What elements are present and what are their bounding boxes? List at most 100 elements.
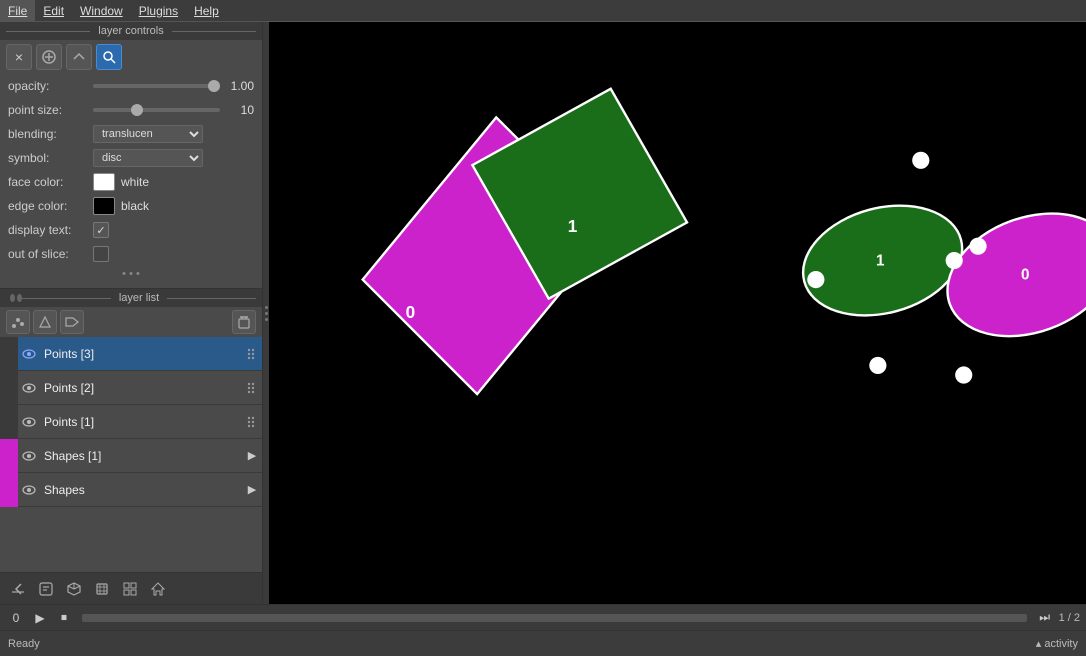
layer-eye-toggle[interactable] bbox=[18, 337, 40, 371]
display-text-label: display text: bbox=[8, 223, 93, 237]
svg-text:1: 1 bbox=[876, 252, 885, 269]
menu-file[interactable]: File bbox=[0, 0, 35, 22]
layer-item[interactable]: Shapes [1] ▶ bbox=[0, 439, 262, 473]
add-layer-button[interactable] bbox=[36, 44, 62, 70]
shapes-tool-button[interactable] bbox=[33, 310, 57, 334]
blending-row: blending: translucen additive opaque bbox=[0, 122, 262, 146]
activity-button[interactable]: ▴ activity bbox=[1036, 637, 1078, 650]
point-marker bbox=[969, 238, 986, 255]
layer-list-toolbar bbox=[0, 307, 262, 337]
menu-edit[interactable]: Edit bbox=[35, 0, 72, 22]
point-marker bbox=[869, 357, 886, 374]
point-marker bbox=[946, 252, 963, 269]
face-color-row: face color: white bbox=[0, 170, 262, 194]
menu-window[interactable]: Window bbox=[72, 0, 131, 22]
canvas-area: 0 1 1 0 bbox=[269, 22, 1086, 604]
face-color-name: white bbox=[121, 175, 149, 189]
layer-name: Points [2] bbox=[40, 381, 240, 395]
console-button[interactable] bbox=[6, 577, 30, 601]
layer-color bbox=[0, 371, 18, 405]
menubar: File Edit Window Plugins Help bbox=[0, 0, 1086, 22]
layer-eye-toggle[interactable] bbox=[18, 405, 40, 439]
play-button[interactable]: ▶ bbox=[30, 608, 50, 628]
svg-text:1: 1 bbox=[568, 216, 578, 236]
points-tool-button[interactable] bbox=[6, 310, 30, 334]
home-button[interactable] bbox=[146, 577, 170, 601]
clear-layer-button[interactable]: × bbox=[6, 44, 32, 70]
opacity-value: 1.00 bbox=[224, 79, 254, 93]
layer-eye-toggle[interactable] bbox=[18, 473, 40, 507]
edge-color-swatch[interactable] bbox=[93, 197, 115, 215]
point-marker bbox=[912, 152, 929, 169]
layer-item[interactable]: Points [3] bbox=[0, 337, 262, 371]
status-text: Ready bbox=[8, 638, 1036, 650]
svg-text:0: 0 bbox=[406, 302, 416, 322]
end-button[interactable]: ⏭ bbox=[1035, 608, 1055, 628]
face-color-swatch[interactable] bbox=[93, 173, 115, 191]
point-size-slider[interactable] bbox=[93, 108, 220, 112]
labels-tool-button[interactable] bbox=[60, 310, 84, 334]
delete-layer-button[interactable] bbox=[232, 310, 256, 334]
search-button[interactable] bbox=[96, 44, 122, 70]
layer-color bbox=[0, 405, 18, 439]
playback-progress[interactable] bbox=[82, 614, 1027, 622]
blending-select[interactable]: translucen additive opaque bbox=[93, 125, 203, 143]
display-text-checkbox[interactable]: ✓ bbox=[93, 222, 109, 238]
layer-list-header: layer list bbox=[0, 289, 262, 307]
layer-item[interactable]: Points [2] bbox=[0, 371, 262, 405]
point-marker bbox=[955, 366, 972, 383]
layer-controls-section: layer controls × opacity: bbox=[0, 22, 262, 289]
layer-name: Shapes bbox=[40, 483, 242, 497]
box-button[interactable] bbox=[90, 577, 114, 601]
layer-list-title: layer list bbox=[111, 292, 167, 304]
out-of-slice-label: out of slice: bbox=[8, 247, 93, 261]
out-of-slice-row: out of slice: bbox=[0, 242, 262, 266]
menu-help[interactable]: Help bbox=[186, 0, 227, 22]
edge-color-name: black bbox=[121, 199, 149, 213]
bottom-toolbar bbox=[0, 572, 262, 604]
opacity-slider[interactable] bbox=[93, 84, 220, 88]
grid-button[interactable] bbox=[118, 577, 142, 601]
playback-bar: 0 ▶ ⏹ ⏭ 1 / 2 bbox=[0, 604, 1086, 630]
page-indicator: 1 / 2 bbox=[1059, 612, 1080, 624]
main-canvas: 0 1 1 0 bbox=[269, 22, 1086, 604]
layer-controls-toolbar: × bbox=[0, 40, 262, 74]
layer-item[interactable]: Shapes ▶ bbox=[0, 473, 262, 507]
layer-list-section: layer list bbox=[0, 289, 262, 572]
layer-move-handle[interactable] bbox=[240, 371, 262, 405]
symbol-row: symbol: disc square diamond bbox=[0, 146, 262, 170]
script-button[interactable] bbox=[34, 577, 58, 601]
layer-eye-toggle[interactable] bbox=[18, 371, 40, 405]
layer-list-items: Points [3] Points [2] bbox=[0, 337, 262, 572]
duplicate-layer-button[interactable] bbox=[66, 44, 92, 70]
layer-controls-header: layer controls bbox=[0, 22, 262, 40]
out-of-slice-checkbox[interactable] bbox=[93, 246, 109, 262]
point-size-row: point size: 10 bbox=[0, 98, 262, 122]
point-marker bbox=[807, 271, 824, 288]
opacity-slider-container: 1.00 bbox=[93, 79, 254, 93]
display-text-row: display text: ✓ bbox=[0, 218, 262, 242]
more-options[interactable]: • • • bbox=[0, 266, 262, 282]
layer-controls-title: layer controls bbox=[90, 25, 171, 37]
svg-text:0: 0 bbox=[1021, 267, 1029, 284]
cube-button[interactable] bbox=[62, 577, 86, 601]
edge-color-label: edge color: bbox=[8, 199, 93, 213]
edge-color-row: edge color: black bbox=[0, 194, 262, 218]
shape-magenta-ellipse[interactable]: 0 bbox=[930, 192, 1086, 358]
layer-color bbox=[0, 439, 18, 473]
layer-expand-arrow[interactable]: ▶ bbox=[242, 473, 262, 507]
symbol-label: symbol: bbox=[8, 151, 93, 165]
layer-name: Points [1] bbox=[40, 415, 240, 429]
layer-name: Shapes [1] bbox=[40, 449, 242, 463]
layer-expand-arrow[interactable]: ▶ bbox=[242, 439, 262, 473]
opacity-label: opacity: bbox=[8, 79, 93, 93]
stop-button[interactable]: ⏹ bbox=[54, 608, 74, 628]
layer-eye-toggle[interactable] bbox=[18, 439, 40, 473]
layer-move-handle[interactable] bbox=[240, 405, 262, 439]
point-size-value: 10 bbox=[224, 103, 254, 117]
menu-plugins[interactable]: Plugins bbox=[131, 0, 186, 22]
layer-item[interactable]: Points [1] bbox=[0, 405, 262, 439]
symbol-select[interactable]: disc square diamond bbox=[93, 149, 203, 167]
layer-name: Points [3] bbox=[40, 347, 240, 361]
layer-move-handle[interactable] bbox=[240, 337, 262, 371]
